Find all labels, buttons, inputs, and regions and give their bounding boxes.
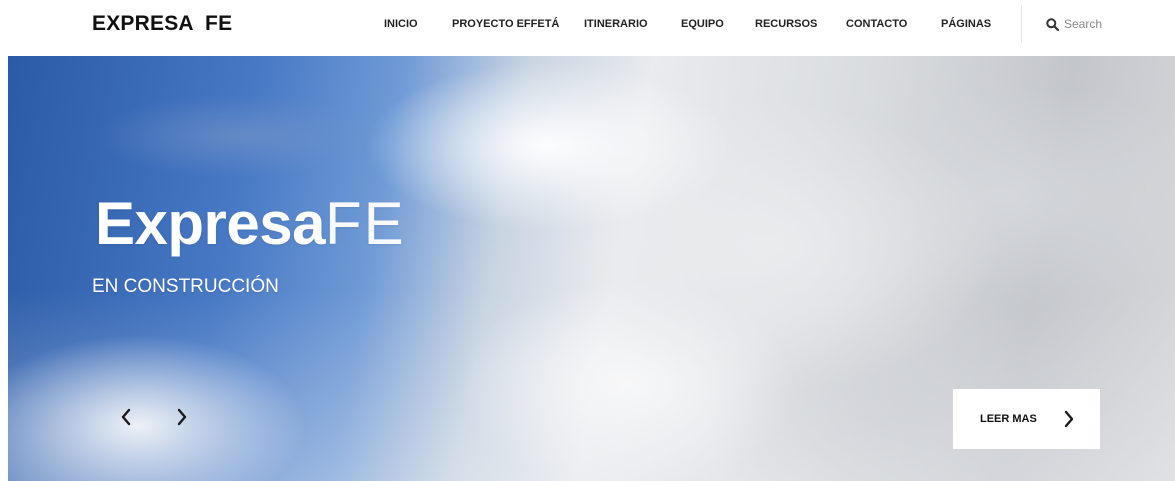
hero-title: ExpresaFE — [95, 189, 406, 259]
hero-title-light: FE — [325, 190, 406, 257]
nav-equipo[interactable]: EQUIPO — [681, 17, 724, 31]
search-box[interactable] — [1046, 15, 1134, 33]
slider-next-button[interactable] — [171, 404, 193, 430]
nav-inicio[interactable]: INICIO — [384, 17, 418, 31]
hero-subtitle: EN CONSTRUCCIÓN — [92, 276, 279, 297]
nav-recursos[interactable]: RECURSOS — [755, 17, 817, 31]
page: EXPRESA FE INICIO PROYECTO EFFETÁ ITINER… — [0, 0, 1175, 481]
chevron-right-icon — [177, 408, 187, 426]
nav-contacto[interactable]: CONTACTO — [846, 17, 907, 31]
site-logo[interactable]: EXPRESA FE — [92, 12, 232, 36]
read-more-label: LEER MAS — [980, 413, 1037, 425]
search-input[interactable] — [1059, 16, 1134, 32]
nav-paginas[interactable]: PÁGINAS — [941, 17, 991, 31]
nav-proyecto-effeta[interactable]: PROYECTO EFFETÁ — [452, 17, 559, 31]
site-header: EXPRESA FE INICIO PROYECTO EFFETÁ ITINER… — [0, 0, 1175, 56]
chevron-left-icon — [121, 408, 131, 426]
search-icon[interactable] — [1046, 17, 1060, 31]
slider-prev-button[interactable] — [115, 404, 137, 430]
hero-slider: ExpresaFE EN CONSTRUCCIÓN LEER MAS — [8, 56, 1175, 481]
read-more-button[interactable]: LEER MAS — [953, 389, 1100, 449]
chevron-right-icon — [1064, 410, 1074, 428]
nav-divider — [1021, 6, 1022, 42]
hero-title-strong: Expresa — [95, 190, 326, 257]
nav-itinerario[interactable]: ITINERARIO — [584, 17, 648, 31]
